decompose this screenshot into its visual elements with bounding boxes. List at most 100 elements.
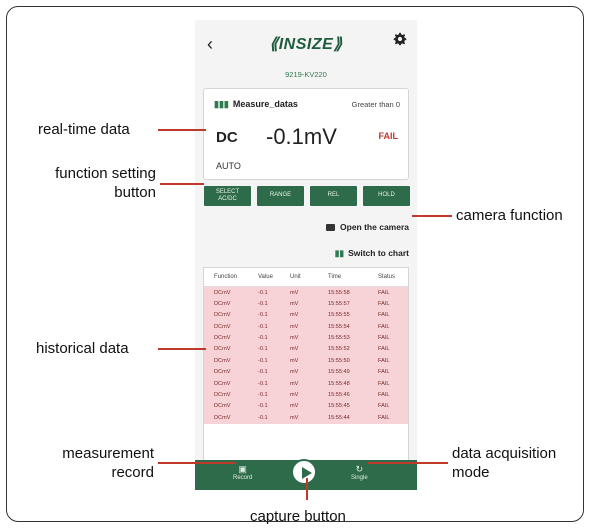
table-row: DCmV -0.1 mV 15:55:45 FAIL xyxy=(204,400,408,413)
open-camera-link[interactable]: Open the camera xyxy=(326,222,409,232)
cell-function: DCmV xyxy=(214,346,231,353)
annotation-realtime: real-time data xyxy=(38,121,130,138)
cell-value: -0.1 xyxy=(258,289,268,296)
cell-function: DCmV xyxy=(214,357,231,364)
cell-value: -0.1 xyxy=(258,335,268,342)
cell-unit: mV xyxy=(290,289,299,296)
col-time: Time xyxy=(328,274,342,280)
col-status: Status xyxy=(378,274,396,280)
measure-header: ▮▮▮ Measure_datas xyxy=(214,99,298,110)
open-camera-label: Open the camera xyxy=(340,222,409,232)
cell-status: FAIL xyxy=(378,323,390,330)
table-row: DCmV -0.1 mV 15:55:44 FAIL xyxy=(204,412,408,424)
cell-time: 15:55:58 xyxy=(328,289,350,296)
cell-value: -0.1 xyxy=(258,403,268,410)
cell-unit: mV xyxy=(290,300,299,307)
status-badge: FAIL xyxy=(378,131,399,141)
device-model: 9219-KV220 xyxy=(285,70,327,79)
cell-value: -0.1 xyxy=(258,312,268,319)
cell-unit: mV xyxy=(290,335,299,342)
cell-time: 15:55:55 xyxy=(328,312,350,319)
cell-function: DCmV xyxy=(214,335,231,342)
record-tab[interactable]: ▣ Record xyxy=(233,464,252,481)
cell-unit: mV xyxy=(290,392,299,399)
cell-time: 15:55:44 xyxy=(328,414,350,421)
cell-time: 15:55:48 xyxy=(328,380,350,387)
cell-time: 15:55:52 xyxy=(328,346,350,353)
cycle-icon: ↻ xyxy=(355,464,364,474)
cell-function: DCmV xyxy=(214,289,231,296)
switch-chart-label: Switch to chart xyxy=(348,248,409,258)
hold-button[interactable]: HOLD xyxy=(363,186,410,206)
annotation-historical: historical data xyxy=(36,340,129,357)
pointer-line-historical xyxy=(158,348,206,350)
pointer-line-realtime xyxy=(158,129,206,131)
col-function: Function xyxy=(214,274,238,280)
rel-button[interactable]: REL xyxy=(310,186,357,206)
record-icon: ▣ xyxy=(238,464,247,474)
cell-time: 15:55:57 xyxy=(328,300,350,307)
cell-unit: mV xyxy=(290,312,299,319)
pointer-line-record xyxy=(158,462,236,464)
cell-unit: mV xyxy=(290,357,299,364)
cell-unit: mV xyxy=(290,323,299,330)
cell-status: FAIL xyxy=(378,312,390,319)
cell-status: FAIL xyxy=(378,289,390,296)
single-mode-tab[interactable]: ↻ Single xyxy=(351,464,368,481)
cell-unit: mV xyxy=(290,380,299,387)
brand-logo: ⟪INSIZE⟫ xyxy=(269,36,343,53)
annotation-function-setting: function setting button xyxy=(55,165,156,201)
cell-value: -0.1 xyxy=(258,300,268,307)
table-header: Function Value Unit Time Status xyxy=(204,268,408,287)
chart-icon: ▮▮ xyxy=(334,248,345,258)
capture-button[interactable] xyxy=(291,459,317,485)
cell-function: DCmV xyxy=(214,414,231,421)
cell-function: DCmV xyxy=(214,369,231,376)
bar-chart-icon: ▮▮▮ xyxy=(214,99,229,109)
cell-unit: mV xyxy=(290,414,299,421)
table-body: DCmV -0.1 mV 15:55:58 FAIL DCmV -0.1 mV 15:55:57… xyxy=(204,287,408,424)
table-row: DCmV -0.1 mV 15:55:46 FAIL xyxy=(204,389,408,401)
cell-status: FAIL xyxy=(378,300,390,307)
cell-unit: mV xyxy=(290,346,299,353)
cell-function: DCmV xyxy=(214,403,231,410)
pointer-line-capture xyxy=(306,478,308,500)
history-table: Function Value Unit Time Status DCmV -0.1… xyxy=(203,267,409,490)
cell-value: -0.1 xyxy=(258,380,268,387)
cell-status: FAIL xyxy=(378,414,390,421)
pointer-line-function xyxy=(160,183,204,185)
realtime-card: ▮▮▮ Measure_datas Greater than 0 DC -0.1m… xyxy=(203,88,409,180)
cell-function: DCmV xyxy=(214,300,231,307)
select-acdc-button[interactable]: SELECT AC/DC xyxy=(204,186,251,206)
gear-icon[interactable] xyxy=(393,32,407,46)
table-row: DCmV -0.1 mV 15:55:50 FAIL xyxy=(204,355,408,367)
table-row: DCmV -0.1 mV 15:55:53 FAIL xyxy=(204,332,408,344)
pointer-line-acquisition xyxy=(368,462,448,464)
cell-function: DCmV xyxy=(214,380,231,387)
range-mode: AUTO xyxy=(216,161,241,171)
cell-value: -0.1 xyxy=(258,357,268,364)
cell-status: FAIL xyxy=(378,346,390,353)
cell-status: FAIL xyxy=(378,403,390,410)
function-label: DC xyxy=(216,129,238,146)
cell-unit: mV xyxy=(290,403,299,410)
table-row: DCmV -0.1 mV 15:55:49 FAIL xyxy=(204,366,408,379)
cell-time: 15:55:49 xyxy=(328,369,350,376)
cell-value: -0.1 xyxy=(258,414,268,421)
switch-chart-link[interactable]: ▮▮ Switch to chart xyxy=(335,248,409,259)
table-row: DCmV -0.1 mV 15:55:48 FAIL xyxy=(204,378,408,390)
cell-time: 15:55:45 xyxy=(328,403,350,410)
cell-value: -0.1 xyxy=(258,392,268,399)
pointer-line-camera xyxy=(412,215,452,217)
col-unit: Unit xyxy=(290,274,301,280)
camera-icon xyxy=(326,224,336,231)
cell-function: DCmV xyxy=(214,392,231,399)
top-bar: ‹ ⟪INSIZE⟫ xyxy=(195,20,417,68)
function-buttons: SELECT AC/DC RANGE REL HOLD xyxy=(204,186,410,206)
cell-value: -0.1 xyxy=(258,369,268,376)
range-button[interactable]: RANGE xyxy=(257,186,304,206)
cell-status: FAIL xyxy=(378,335,390,342)
phone-screen: ‹ ⟪INSIZE⟫ 9219-KV220 ▮▮▮ Measure_datas G… xyxy=(195,20,417,490)
table-row: DCmV -0.1 mV 15:55:55 FAIL xyxy=(204,309,408,322)
condition-label: Greater than 0 xyxy=(351,100,400,109)
